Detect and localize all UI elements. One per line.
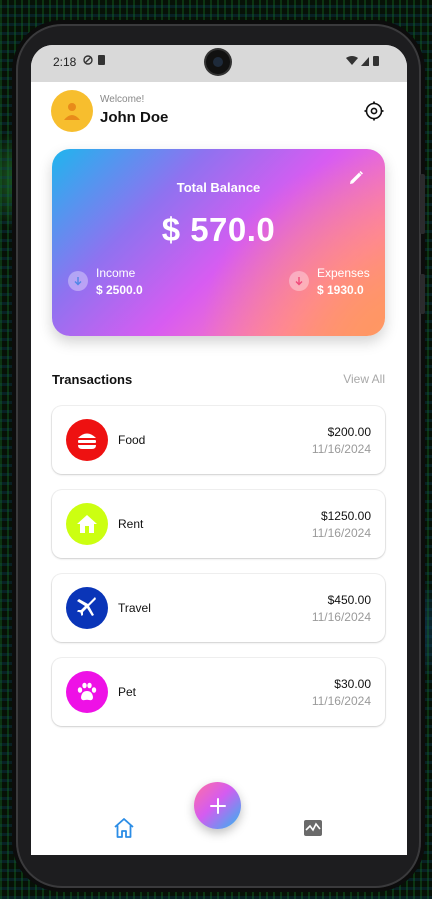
transaction-item-food[interactable]: Food $200.00 11/16/2024 (52, 406, 385, 474)
balance-title: Total Balance (176, 180, 261, 195)
edit-balance-button[interactable] (347, 169, 365, 187)
transaction-name: Pet (118, 685, 137, 699)
volume-button (420, 174, 425, 234)
total-balance-value: $ 570.0 (161, 211, 276, 248)
status-time: 2:18 (53, 55, 77, 69)
paw-icon (66, 671, 108, 713)
stats-icon (304, 820, 322, 836)
transaction-amount: $450.00 (327, 593, 371, 607)
power-button (420, 274, 425, 314)
transaction-name: Food (118, 433, 146, 447)
transaction-date: 11/16/2024 (311, 526, 371, 540)
transaction-name: Travel (118, 601, 151, 615)
user-name: John Doe (100, 109, 169, 126)
settings-button[interactable] (361, 98, 387, 124)
plus-icon (209, 797, 226, 814)
transaction-date: 11/16/2024 (311, 442, 371, 456)
transaction-date: 11/16/2024 (311, 610, 371, 624)
expense-arrow-icon (289, 271, 309, 291)
transaction-item-pet[interactable]: Pet $30.00 11/16/2024 (52, 658, 385, 726)
transaction-item-rent[interactable]: Rent $1250.00 11/16/2024 (52, 490, 385, 558)
transactions-title: Transactions (52, 372, 133, 387)
status-notification-icons (83, 54, 107, 69)
app-header: Welcome! John Doe (51, 90, 387, 134)
transaction-amount: $1250.00 (320, 509, 371, 523)
airplane-icon (66, 587, 108, 629)
nav-home-button[interactable] (113, 817, 135, 839)
front-camera (206, 50, 230, 74)
transaction-name: Rent (118, 517, 144, 531)
settings-icon (364, 101, 384, 121)
welcome-text: Welcome! (100, 94, 145, 105)
transaction-amount: $200.00 (327, 425, 371, 439)
pencil-icon (350, 171, 363, 184)
house-icon (66, 503, 108, 545)
transaction-list: Food $200.00 11/16/2024 Rent $1250.00 11… (52, 406, 385, 742)
add-transaction-button[interactable] (194, 782, 241, 829)
transaction-item-travel[interactable]: Travel $450.00 11/16/2024 (52, 574, 385, 642)
avatar[interactable] (51, 90, 93, 132)
status-bar: 2:18 (31, 45, 407, 82)
income-label: Income (96, 266, 136, 280)
burger-icon (66, 419, 108, 461)
balance-card: Total Balance $ 570.0 Income $ 2500.0 Ex… (52, 149, 385, 336)
income-value: $ 2500.0 (96, 283, 143, 297)
view-all-link[interactable]: View All (343, 372, 385, 386)
expenses-value: $ 1930.0 (317, 283, 364, 297)
status-system-icons (345, 55, 385, 70)
home-icon (114, 818, 134, 838)
transactions-header: Transactions View All (52, 372, 385, 392)
transaction-amount: $30.00 (334, 677, 371, 691)
transaction-date: 11/16/2024 (311, 694, 371, 708)
app-screen: 2:18 Welcome! John Doe Total Balance $ 5… (31, 45, 407, 855)
nav-stats-button[interactable] (303, 818, 323, 838)
income-arrow-icon (68, 271, 88, 291)
expenses-label: Expenses (317, 266, 370, 280)
person-icon (64, 103, 80, 120)
